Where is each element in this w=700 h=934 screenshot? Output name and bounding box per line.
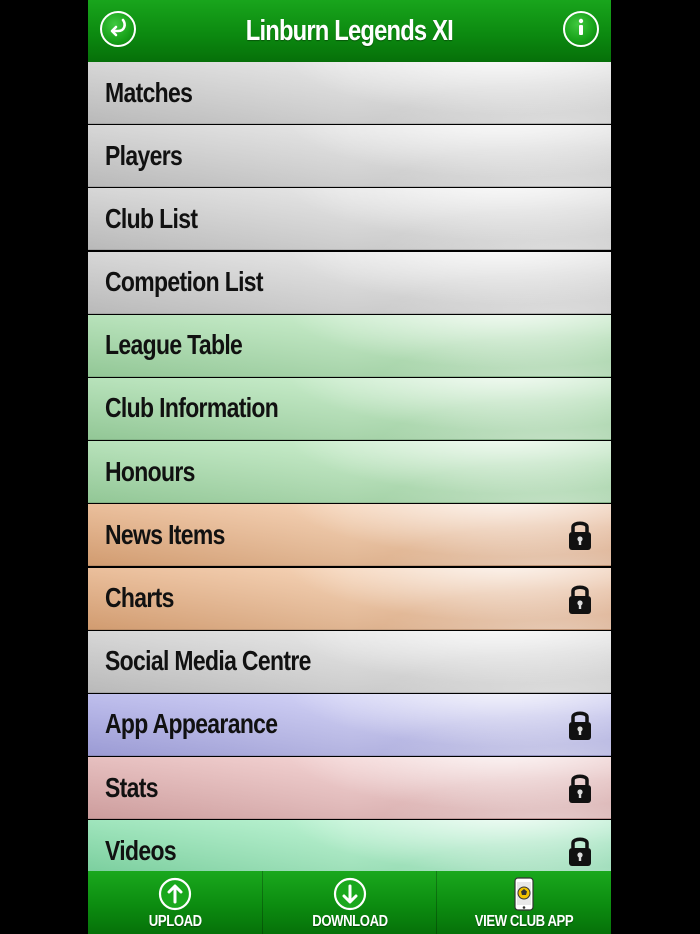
menu-item-label: League Table [105,329,243,361]
menu-item-charts[interactable]: Charts [88,567,611,630]
menu-item-label: Club List [105,202,198,234]
menu-item-label: Stats [105,771,159,803]
menu-item-label: Club Information [105,392,279,424]
page-title: Linburn Legends XI [245,14,454,47]
menu-item-matches[interactable]: Matches [88,62,611,124]
download-label: DOWNLOAD [311,913,388,930]
main-menu: Matches Players Club List Competion List Lea… [88,62,611,883]
menu-item-league-table[interactable]: League Table [88,314,611,377]
menu-item-label: Matches [105,76,193,108]
lock-icon [566,708,594,741]
menu-item-competion-list[interactable]: Competion List [88,251,611,314]
menu-item-news-items[interactable]: News Items [88,504,611,567]
back-arrow-icon [106,15,130,44]
lock-icon [566,518,594,551]
upload-icon [158,877,192,911]
phone-football-icon [507,877,541,911]
menu-item-app-appearance[interactable]: App Appearance [88,693,611,756]
menu-item-label: Players [105,139,183,171]
menu-item-stats[interactable]: Stats [88,757,611,820]
upload-label: UPLOAD [148,913,202,930]
menu-item-social-media-centre[interactable]: Social Media Centre [88,630,611,693]
menu-item-label: News Items [105,518,225,550]
menu-item-players[interactable]: Players [88,125,611,188]
menu-item-label: Competion List [105,266,264,298]
menu-item-label: Videos [105,834,177,866]
menu-item-label: App Appearance [105,708,278,740]
bottom-toolbar: UPLOAD DOWNLOAD VIEW CLUB APP [88,871,611,934]
menu-item-club-list[interactable]: Club List [88,188,611,251]
upload-button[interactable]: UPLOAD [88,871,263,934]
lock-icon [566,582,594,615]
view-club-app-button[interactable]: VIEW CLUB APP [437,871,611,934]
lock-icon [566,834,594,867]
menu-item-honours[interactable]: Honours [88,441,611,504]
app-header: Linburn Legends XI [88,0,611,62]
lock-icon [566,771,594,804]
menu-item-label: Honours [105,455,195,487]
app-screen: Linburn Legends XI Matches Players Club Li… [88,0,611,934]
info-icon [569,15,593,44]
menu-item-label: Social Media Centre [105,645,311,677]
download-icon [333,877,367,911]
row-swoosh [88,757,611,819]
info-button[interactable] [563,11,599,47]
download-button[interactable]: DOWNLOAD [262,871,438,934]
menu-item-label: Charts [105,582,174,613]
menu-item-club-information[interactable]: Club Information [88,377,611,440]
view-club-app-label: VIEW CLUB APP [474,913,574,930]
back-button[interactable] [100,11,136,47]
